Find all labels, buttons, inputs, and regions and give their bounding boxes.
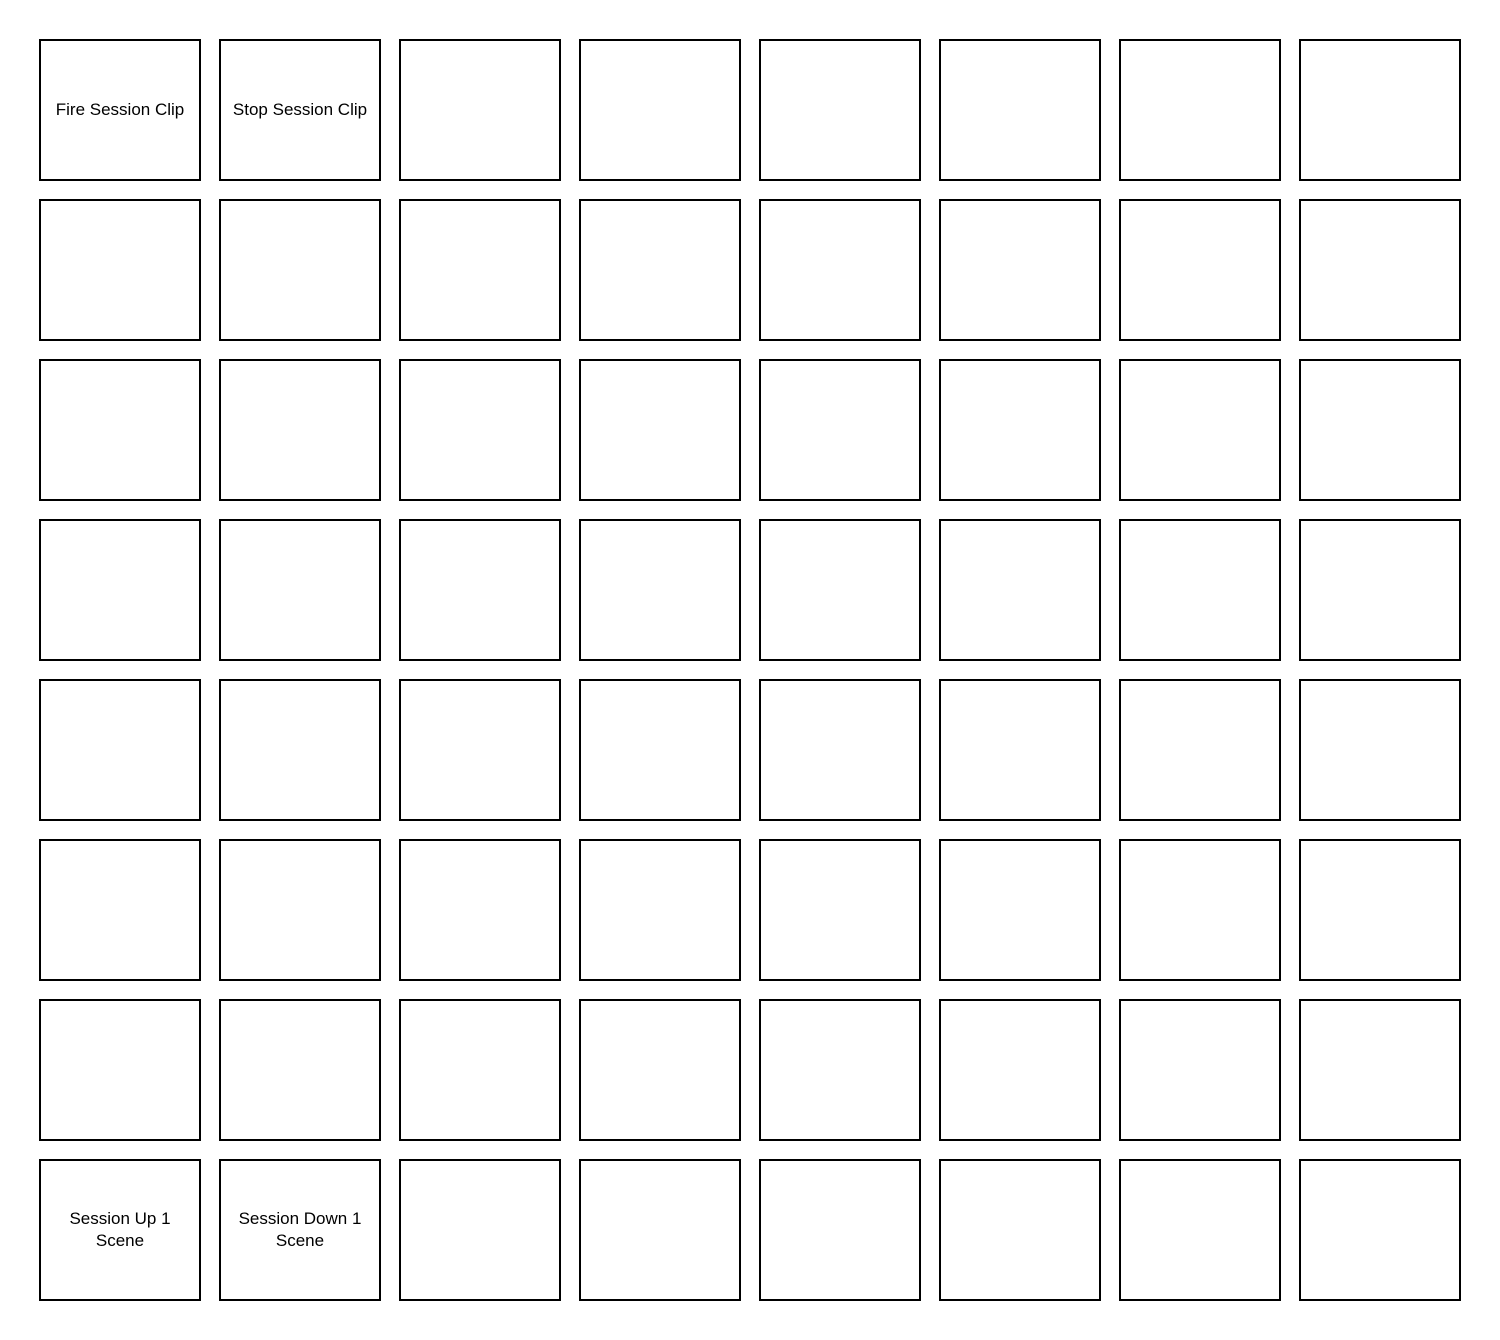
pad-r2-c5[interactable] [759, 199, 921, 341]
pad-r3-c4[interactable] [579, 359, 741, 501]
pad-r1-c1[interactable]: Fire Session Clip [39, 39, 201, 181]
pad-r6-c7[interactable] [1119, 839, 1281, 981]
pad-r4-c1[interactable] [39, 519, 201, 661]
pad-r4-c5[interactable] [759, 519, 921, 661]
pad-r7-c6[interactable] [939, 999, 1101, 1141]
pad-r2-c8[interactable] [1299, 199, 1461, 341]
pad-r7-c4[interactable] [579, 999, 741, 1141]
pad-label: Session Up 1 Scene [69, 1209, 171, 1250]
pad-r1-c4[interactable] [579, 39, 741, 181]
pad-grid: Fire Session Clip Stop Session Clip Sessio… [39, 39, 1461, 1301]
pad-r4-c8[interactable] [1299, 519, 1461, 661]
pad-r2-c3[interactable] [399, 199, 561, 341]
pad-r2-c4[interactable] [579, 199, 741, 341]
pad-r6-c6[interactable] [939, 839, 1101, 981]
pad-r8-c2[interactable]: Session Down 1 Scene [219, 1159, 381, 1301]
pad-r3-c5[interactable] [759, 359, 921, 501]
pad-r1-c6[interactable] [939, 39, 1101, 181]
pad-r6-c2[interactable] [219, 839, 381, 981]
pad-r5-c2[interactable] [219, 679, 381, 821]
pad-r8-c8[interactable] [1299, 1159, 1461, 1301]
pad-r5-c3[interactable] [399, 679, 561, 821]
pad-r3-c2[interactable] [219, 359, 381, 501]
pad-r7-c3[interactable] [399, 999, 561, 1141]
pad-r5-c5[interactable] [759, 679, 921, 821]
pad-r4-c7[interactable] [1119, 519, 1281, 661]
pad-r4-c4[interactable] [579, 519, 741, 661]
pad-label: Session Down 1 Scene [238, 1209, 362, 1250]
pad-r8-c3[interactable] [399, 1159, 561, 1301]
pad-r4-c6[interactable] [939, 519, 1101, 661]
pad-r5-c7[interactable] [1119, 679, 1281, 821]
pad-r3-c1[interactable] [39, 359, 201, 501]
pad-r4-c3[interactable] [399, 519, 561, 661]
pad-label: Fire Session Clip [55, 100, 185, 119]
pad-r1-c2[interactable]: Stop Session Clip [219, 39, 381, 181]
pad-r6-c5[interactable] [759, 839, 921, 981]
pad-r6-c4[interactable] [579, 839, 741, 981]
pad-r1-c8[interactable] [1299, 39, 1461, 181]
pad-r5-c1[interactable] [39, 679, 201, 821]
pad-r2-c6[interactable] [939, 199, 1101, 341]
pad-r2-c7[interactable] [1119, 199, 1281, 341]
pad-r6-c1[interactable] [39, 839, 201, 981]
pad-r7-c5[interactable] [759, 999, 921, 1141]
pad-r8-c5[interactable] [759, 1159, 921, 1301]
pad-r3-c7[interactable] [1119, 359, 1281, 501]
pad-r1-c5[interactable] [759, 39, 921, 181]
pad-r5-c6[interactable] [939, 679, 1101, 821]
pad-r2-c1[interactable] [39, 199, 201, 341]
pad-r7-c7[interactable] [1119, 999, 1281, 1141]
pad-r4-c2[interactable] [219, 519, 381, 661]
pad-r5-c8[interactable] [1299, 679, 1461, 821]
pad-r8-c7[interactable] [1119, 1159, 1281, 1301]
pad-r5-c4[interactable] [579, 679, 741, 821]
pad-r3-c8[interactable] [1299, 359, 1461, 501]
pad-r1-c3[interactable] [399, 39, 561, 181]
pad-r3-c6[interactable] [939, 359, 1101, 501]
pad-r6-c8[interactable] [1299, 839, 1461, 981]
pad-r7-c8[interactable] [1299, 999, 1461, 1141]
pad-r7-c1[interactable] [39, 999, 201, 1141]
pad-r2-c2[interactable] [219, 199, 381, 341]
pad-r8-c4[interactable] [579, 1159, 741, 1301]
pad-r7-c2[interactable] [219, 999, 381, 1141]
pad-label: Stop Session Clip [232, 100, 368, 119]
pad-r8-c6[interactable] [939, 1159, 1101, 1301]
pad-r1-c7[interactable] [1119, 39, 1281, 181]
pad-r6-c3[interactable] [399, 839, 561, 981]
pad-r8-c1[interactable]: Session Up 1 Scene [39, 1159, 201, 1301]
pad-r3-c3[interactable] [399, 359, 561, 501]
